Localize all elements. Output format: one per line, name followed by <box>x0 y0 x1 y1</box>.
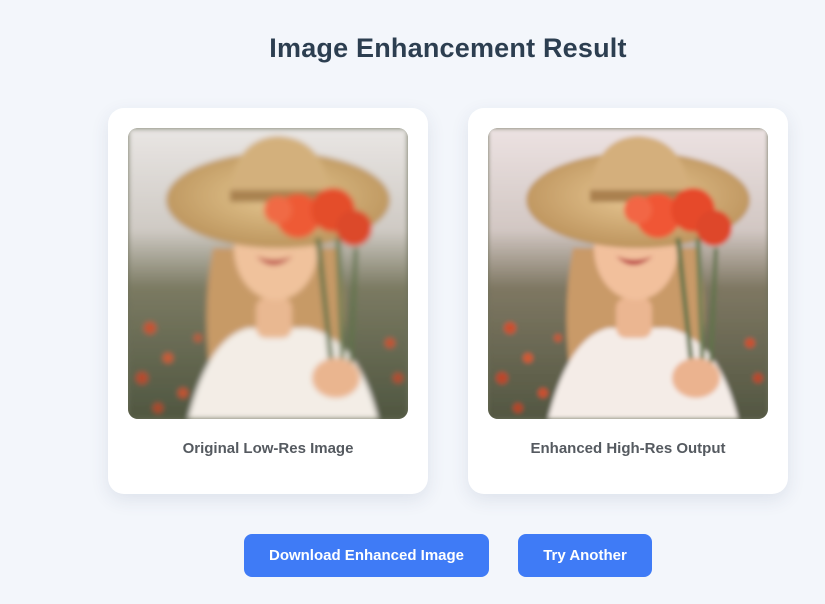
try-another-button[interactable]: Try Another <box>518 534 652 577</box>
enhanced-image <box>488 128 768 419</box>
page-title: Image Enhancement Result <box>269 33 627 63</box>
enhanced-image-card: Enhanced High-Res Output <box>468 108 788 494</box>
original-image-card: Original Low-Res Image <box>108 108 428 494</box>
enhanced-image-caption: Enhanced High-Res Output <box>530 440 726 457</box>
download-enhanced-image-button[interactable]: Download Enhanced Image <box>244 534 489 577</box>
original-image <box>128 128 408 419</box>
original-image-caption: Original Low-Res Image <box>182 440 354 457</box>
